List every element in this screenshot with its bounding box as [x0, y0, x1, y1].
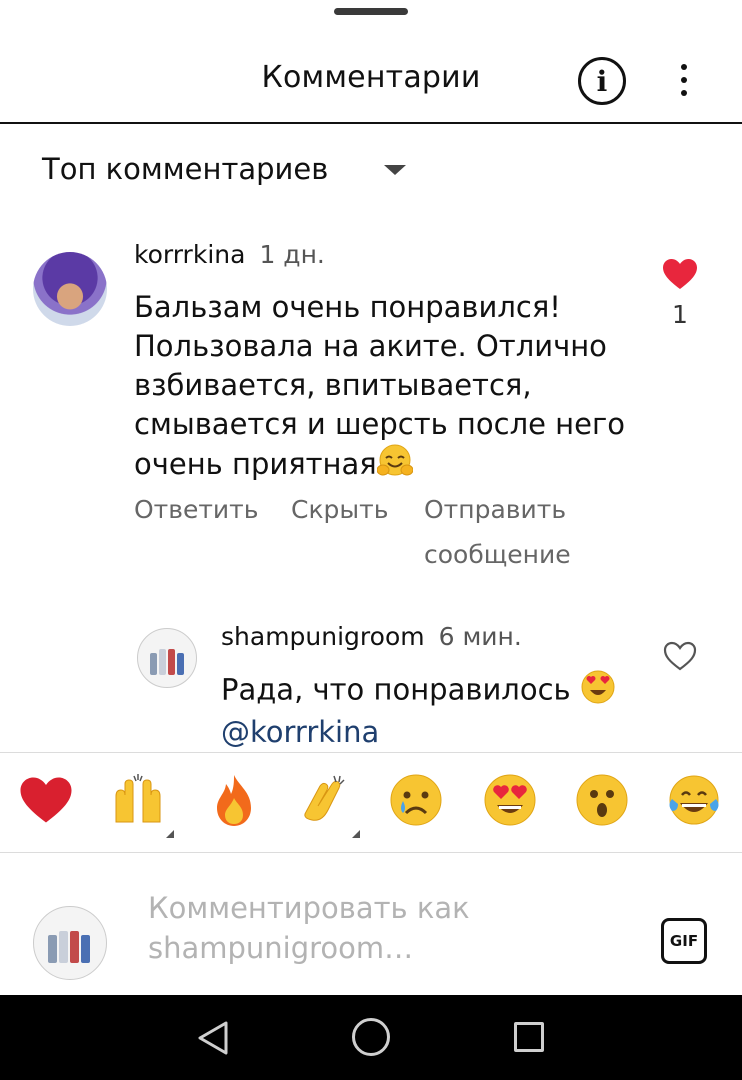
comment-username[interactable]: korrrkina [134, 240, 245, 269]
send-message-button[interactable]: Отправить [424, 495, 566, 524]
corner-indicator [352, 830, 360, 838]
tears-of-joy-face-icon[interactable] [664, 770, 724, 830]
back-icon[interactable] [196, 1020, 230, 1060]
heart-eyes-icon [580, 670, 616, 713]
info-icon[interactable]: i [578, 57, 626, 105]
like-heart-icon[interactable] [662, 258, 698, 294]
avatar[interactable] [137, 628, 197, 688]
page-title: Комментарии [261, 60, 481, 95]
comment-header: korrrkina 1 дн. [134, 240, 325, 269]
avatar [33, 906, 107, 980]
divider [0, 852, 742, 853]
comment-text: Бальзам очень понравился! Пользовала на … [134, 288, 644, 488]
comment-input[interactable]: Комментировать как shampunigroom… [148, 888, 628, 968]
send-message-button-line2[interactable]: сообщение [424, 540, 571, 569]
more-options-icon[interactable] [668, 60, 700, 100]
crying-face-icon[interactable] [386, 770, 446, 830]
sort-dropdown-label[interactable]: Топ комментариев [42, 152, 328, 186]
home-icon[interactable] [352, 1018, 390, 1056]
gif-button[interactable]: GIF [661, 918, 707, 964]
sheet-handle[interactable] [334, 8, 408, 15]
comment-time: 1 дн. [259, 240, 325, 269]
reply-text: Рада, что понравилось @korrrkina [221, 670, 661, 751]
red-heart-icon[interactable] [16, 770, 76, 830]
reply-time: 6 мин. [438, 622, 522, 651]
heart-eyes-face-icon[interactable] [480, 770, 540, 830]
header-divider [0, 122, 742, 124]
reply-button[interactable]: Ответить [134, 495, 258, 524]
mention-link[interactable]: @korrrkina [221, 715, 379, 749]
surprised-face-icon[interactable] [572, 770, 632, 830]
fire-icon[interactable] [204, 770, 264, 830]
like-count: 1 [672, 300, 688, 329]
hugging-face-icon [376, 444, 414, 488]
corner-indicator [166, 830, 174, 838]
raised-hands-icon[interactable] [108, 770, 168, 830]
reply-text-body: Рада, что понравилось [221, 672, 571, 707]
reply-username[interactable]: shampunigroom [221, 622, 425, 651]
recent-apps-icon[interactable] [514, 1022, 544, 1052]
divider [0, 752, 742, 753]
reply-header: shampunigroom 6 мин. [221, 622, 522, 651]
emoji-reaction-bar [0, 770, 742, 840]
clapping-hands-icon[interactable] [294, 770, 354, 830]
chevron-down-icon[interactable] [384, 165, 406, 175]
send-message-line1: Отправить [424, 495, 567, 524]
avatar[interactable] [33, 252, 107, 326]
hide-button[interactable]: Скрыть [291, 495, 388, 524]
like-heart-outline-icon[interactable] [662, 640, 698, 676]
